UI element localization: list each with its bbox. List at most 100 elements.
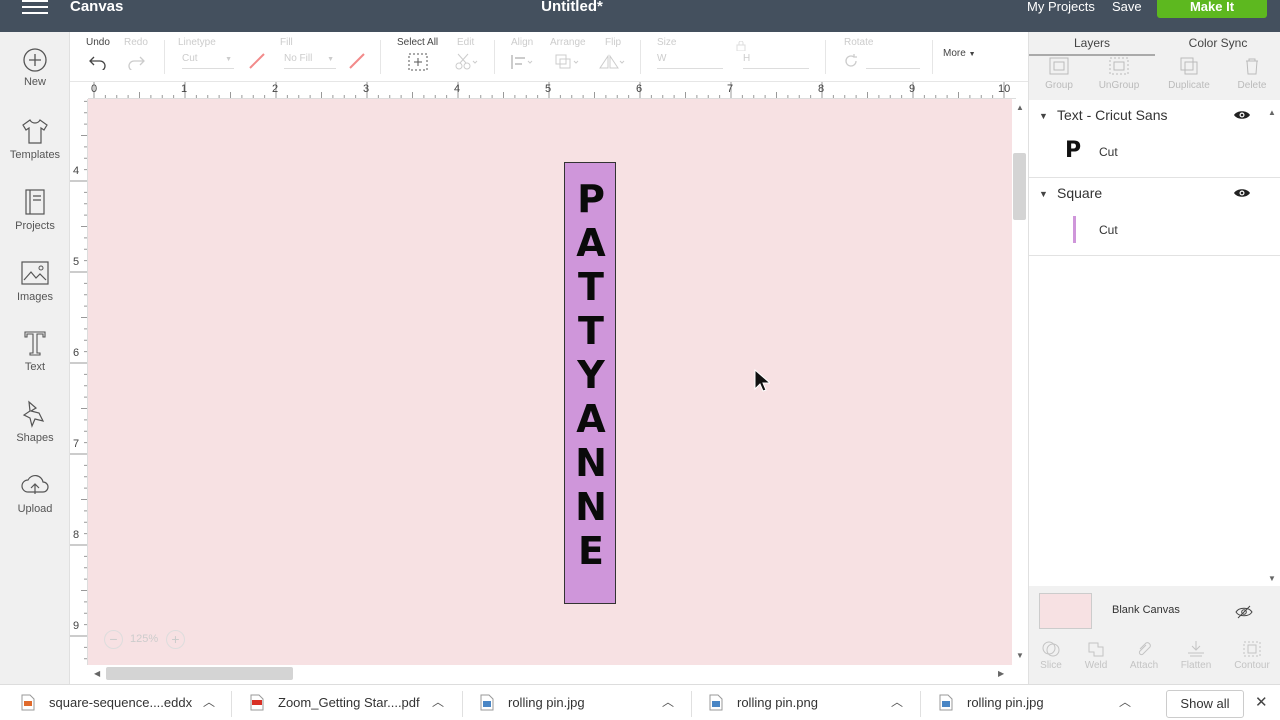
more-label: More (943, 48, 966, 59)
attach-button[interactable]: Attach (1119, 640, 1169, 671)
blank-canvas-row[interactable]: Blank Canvas (1029, 587, 1280, 637)
eye-hidden-icon[interactable] (1235, 605, 1253, 619)
weld-button[interactable]: Weld (1071, 640, 1121, 671)
sidebar-item-text[interactable]: Text (0, 328, 70, 373)
square-shape[interactable]: P A T T Y A N N E (564, 162, 616, 604)
ruler-ticks-left (70, 100, 87, 660)
layer-operation: Cut (1099, 145, 1118, 159)
align-icon[interactable] (510, 54, 536, 70)
chevron-up-icon[interactable]: ︿ (891, 693, 903, 710)
download-item[interactable]: square-sequence....eddx ︿ (21, 685, 221, 720)
slice-icon (1042, 641, 1060, 657)
sidebar-item-templates[interactable]: Templates (0, 116, 70, 161)
make-it-button[interactable]: Make It (1157, 0, 1267, 18)
vertical-scroll-thumb[interactable] (1013, 153, 1026, 220)
more-button[interactable]: More ▼ (943, 48, 976, 59)
design-canvas[interactable]: P A T T Y A N N E − 125% + (88, 99, 1012, 665)
canvas-color-swatch[interactable] (1039, 593, 1092, 629)
select-all-icon[interactable] (408, 53, 428, 71)
shapes-icon (22, 400, 45, 428)
zoom-out-icon[interactable]: − (104, 630, 123, 649)
download-item[interactable]: rolling pin.jpg ︿ (480, 685, 680, 720)
sidebar-item-upload[interactable]: Upload (0, 470, 70, 515)
delete-button[interactable]: Delete (1222, 56, 1280, 91)
show-all-button[interactable]: Show all (1166, 690, 1244, 718)
layer-thumbnail-letter: P (1065, 138, 1082, 163)
scroll-up-icon[interactable]: ▲ (1016, 103, 1024, 112)
lock-icon[interactable] (736, 41, 746, 51)
mouse-pointer-icon (754, 369, 770, 392)
chevron-up-icon[interactable]: ︿ (203, 693, 215, 710)
flip-icon[interactable] (598, 53, 628, 71)
download-item[interactable]: Zoom_Getting Star....pdf ︿ (250, 685, 450, 720)
cloud-upload-icon (21, 474, 49, 494)
fill-color-icon[interactable] (348, 52, 366, 70)
scroll-down-icon[interactable]: ▼ (1016, 651, 1024, 660)
scroll-up-icon[interactable]: ▲ (1268, 108, 1276, 117)
height-field[interactable]: H (743, 53, 809, 69)
ruler-number: 7 (727, 83, 734, 95)
flatten-icon (1188, 641, 1204, 657)
undo-icon[interactable] (88, 54, 108, 70)
width-field[interactable]: W (657, 53, 723, 69)
download-divider (691, 691, 692, 717)
sidebar-item-shapes[interactable]: Shapes (0, 399, 70, 444)
horizontal-scrollbar[interactable]: ◀ ▶ (88, 665, 1012, 683)
fill-label: Fill (280, 37, 293, 48)
eye-icon[interactable] (1233, 109, 1251, 121)
group-button[interactable]: Group (1029, 56, 1089, 91)
fill-select[interactable]: No Fill ▼ (284, 53, 336, 69)
chevron-up-icon[interactable]: ︿ (662, 693, 674, 710)
zoom-in-icon[interactable]: + (166, 630, 185, 649)
arrange-label: Arrange (550, 37, 586, 48)
download-filename: rolling pin.jpg (508, 695, 585, 710)
text-letter: N (575, 485, 607, 529)
flatten-button[interactable]: Flatten (1171, 640, 1221, 671)
duplicate-button[interactable]: Duplicate (1159, 56, 1219, 91)
slice-button[interactable]: Slice (1026, 640, 1076, 671)
sidebar-item-images[interactable]: Images (0, 258, 70, 303)
linetype-select[interactable]: Cut ▼ (182, 53, 234, 69)
layer-group-text[interactable]: ▼ Text - Cricut Sans P Cut (1029, 100, 1280, 178)
downloads-bar: square-sequence....eddx ︿ Zoom_Getting S… (0, 684, 1280, 720)
vertical-scrollbar[interactable]: ▲ ▼ (1012, 99, 1028, 665)
tab-color-sync[interactable]: Color Sync (1155, 34, 1280, 56)
sidebar-item-projects[interactable]: Projects (0, 187, 70, 232)
save-link[interactable]: Save (1112, 0, 1142, 14)
design-panel-sidebar: New Templates Projects Images Text Shape… (0, 32, 70, 684)
book-icon (25, 189, 45, 215)
image-file-icon (480, 694, 494, 711)
text-object[interactable]: P A T T Y A N N E (565, 177, 617, 573)
my-projects-link[interactable]: My Projects (1027, 0, 1095, 14)
download-item[interactable]: rolling pin.jpg ︿ (939, 685, 1139, 720)
close-icon[interactable]: ✕ (1255, 693, 1268, 711)
redo-icon[interactable] (126, 54, 146, 70)
chevron-up-icon[interactable]: ︿ (1119, 693, 1131, 710)
sidebar-item-new[interactable]: New (0, 47, 70, 88)
scroll-left-icon[interactable]: ◀ (94, 669, 100, 678)
eye-icon[interactable] (1233, 187, 1251, 199)
horizontal-scroll-thumb[interactable] (106, 667, 293, 680)
text-letter: T (578, 309, 604, 353)
image-icon (21, 261, 49, 285)
layer-group-square[interactable]: ▼ Square Cut (1029, 178, 1280, 256)
collapse-triangle-icon[interactable]: ▼ (1039, 111, 1048, 121)
ruler-number: 8 (818, 83, 825, 95)
ruler-number: 9 (73, 620, 80, 632)
toolbar-divider (825, 40, 826, 74)
ungroup-button[interactable]: UnGroup (1089, 56, 1149, 91)
rotate-field[interactable] (866, 53, 920, 69)
scroll-right-icon[interactable]: ▶ (998, 669, 1004, 678)
scissors-icon[interactable] (454, 53, 480, 71)
collapse-triangle-icon[interactable]: ▼ (1039, 189, 1048, 199)
linetype-color-icon[interactable] (248, 52, 266, 70)
layers-list: ▼ Text - Cricut Sans P Cut ▼ Square Cut … (1029, 100, 1280, 586)
layer-operation: Cut (1099, 223, 1118, 237)
chevron-up-icon[interactable]: ︿ (432, 693, 444, 710)
scroll-down-icon[interactable]: ▼ (1268, 574, 1276, 583)
ungroup-icon (1109, 57, 1129, 75)
tab-layers[interactable]: Layers (1029, 34, 1155, 56)
arrange-icon[interactable] (554, 53, 582, 71)
contour-button[interactable]: Contour (1227, 640, 1277, 671)
download-item[interactable]: rolling pin.png ︿ (709, 685, 909, 720)
